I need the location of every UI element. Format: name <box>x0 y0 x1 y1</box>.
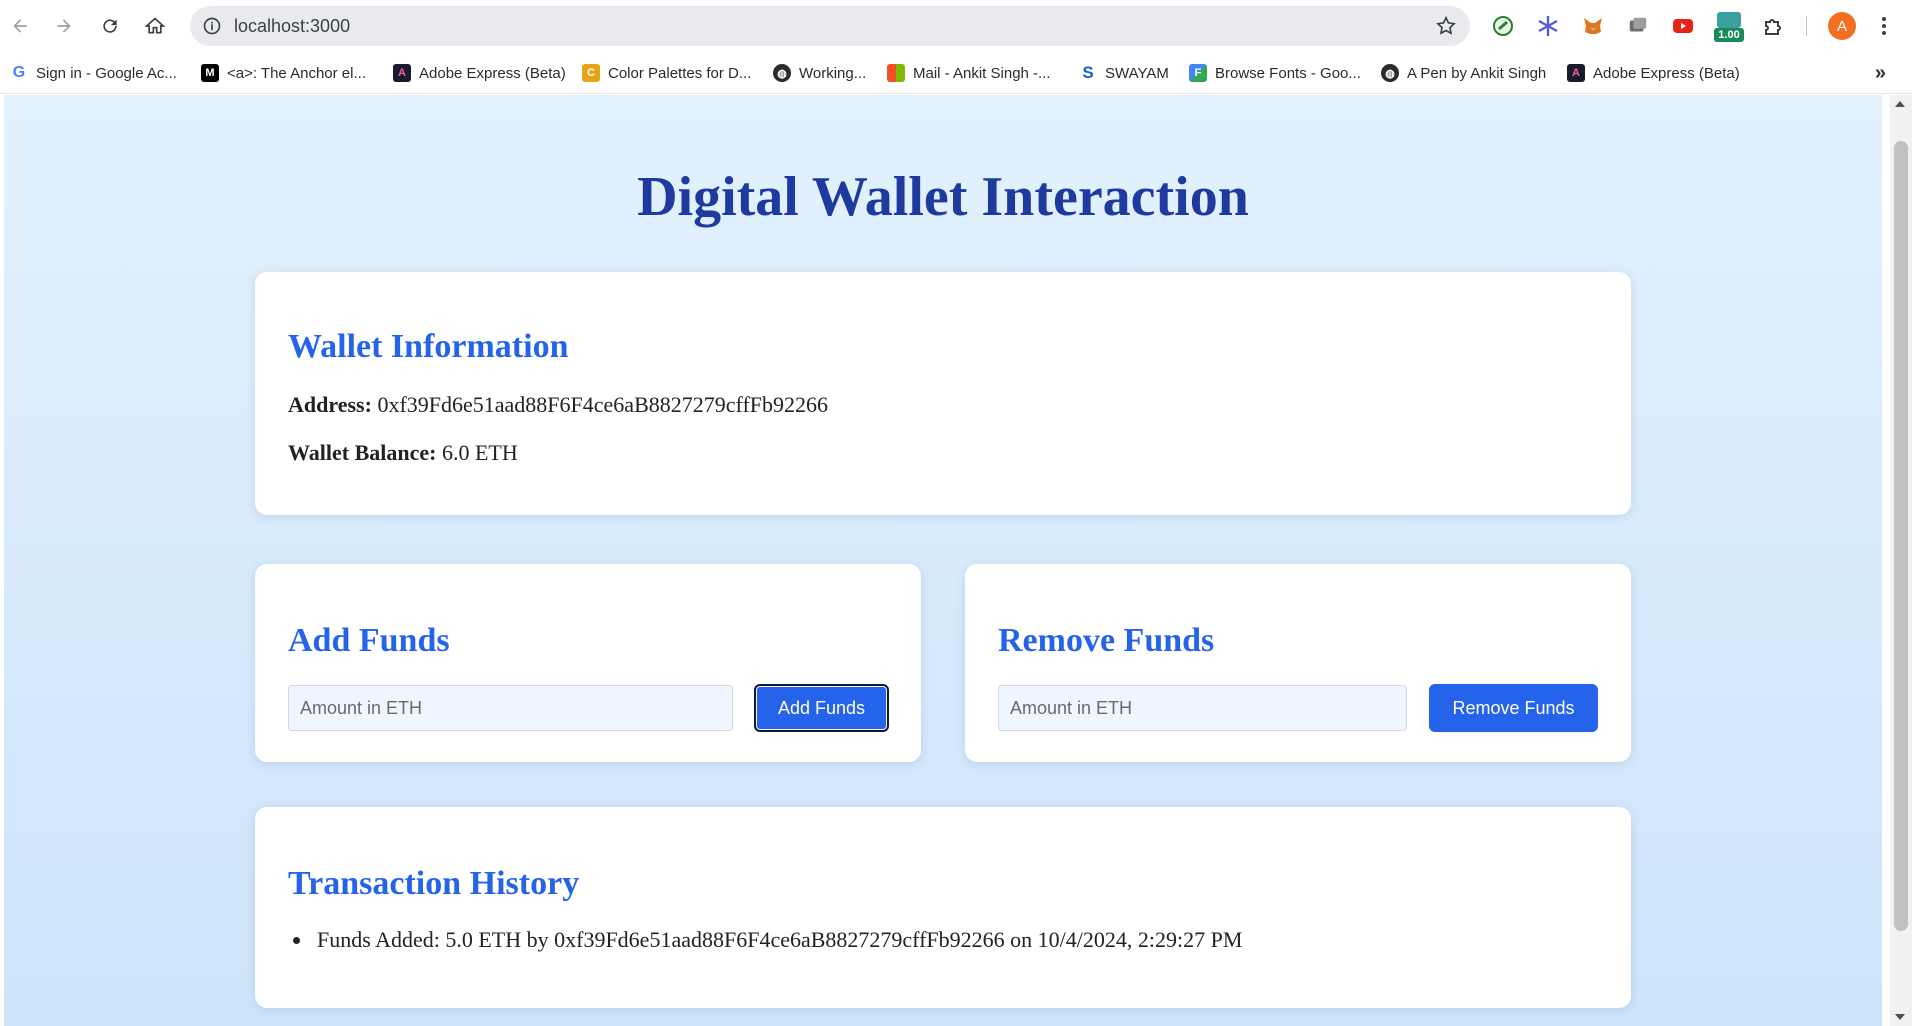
home-icon <box>145 17 165 34</box>
gray-square-extension-icon[interactable] <box>1625 13 1651 39</box>
bookmark-label: Color Palettes for D... <box>608 64 752 82</box>
bookmark-item[interactable]: ◍ Working... <box>773 62 866 84</box>
add-funds-button[interactable]: Add Funds <box>754 684 889 732</box>
bookmark-label: Mail - Ankit Singh -... <box>913 64 1051 82</box>
adobe-express-icon: A <box>393 64 411 82</box>
wallet-address: Address: 0xf39Fd6e51aad88F6F4ce6aB882727… <box>288 392 828 418</box>
bookmark-label: SWAYAM <box>1105 64 1169 82</box>
google-lens-extension-icon[interactable] <box>1490 13 1516 39</box>
chevron-double-right-icon[interactable]: » <box>1875 62 1886 85</box>
bookmark-label: Adobe Express (Beta) <box>419 64 566 82</box>
puzzle-extensions-icon[interactable] <box>1760 13 1786 39</box>
transaction-item: Funds Added: 5.0 ETH by 0xf39Fd6e51aad88… <box>313 927 1242 953</box>
remove-funds-card: Remove Funds Remove Funds <box>965 564 1631 762</box>
remove-funds-button[interactable]: Remove Funds <box>1429 684 1598 732</box>
page-viewport: Digital Wallet Interaction Wallet Inform… <box>4 95 1882 1026</box>
page-scrollbar[interactable] <box>1890 95 1912 1026</box>
add-funds-card: Add Funds Add Funds <box>255 564 921 762</box>
metamask-fox-icon[interactable] <box>1580 13 1606 39</box>
transaction-list: Funds Added: 5.0 ETH by 0xf39Fd6e51aad88… <box>313 927 1242 953</box>
bookmark-label: Working... <box>799 64 867 82</box>
url-text[interactable]: localhost:3000 <box>234 16 350 37</box>
arrow-left-icon <box>13 19 27 33</box>
profile-avatar[interactable]: A <box>1828 12 1856 40</box>
bookmark-item[interactable]: A Adobe Express (Beta) <box>393 62 566 84</box>
remove-funds-heading: Remove Funds <box>998 622 1215 659</box>
bookmark-label: <a>: The Anchor el... <box>227 64 366 82</box>
wallet-balance: Wallet Balance: 6.0 ETH <box>288 440 518 466</box>
site-info-icon[interactable] <box>200 14 224 38</box>
adobe-express-icon: A <box>1567 64 1585 82</box>
toolbar-divider <box>1806 16 1807 36</box>
bookmark-item[interactable]: G Sign in - Google Ac... <box>10 62 177 84</box>
scrollbar-thumb[interactable] <box>1894 141 1908 931</box>
google-g-icon: G <box>12 64 26 81</box>
scroll-down-arrow-icon[interactable] <box>1895 1014 1905 1020</box>
transaction-history-card: Transaction History Funds Added: 5.0 ETH… <box>255 807 1631 1008</box>
remove-funds-amount-input[interactable] <box>998 685 1407 731</box>
coolors-icon: C <box>582 64 600 82</box>
address-value: 0xf39Fd6e51aad88F6F4ce6aB8827279cffFb922… <box>377 392 829 417</box>
globe-icon: ◍ <box>773 64 791 82</box>
wallet-info-card: Wallet Information Address: 0xf39Fd6e51a… <box>255 272 1631 515</box>
wallet-info-heading: Wallet Information <box>288 328 569 365</box>
globe-icon: ◍ <box>1381 64 1399 82</box>
bookmark-star-icon[interactable] <box>1434 14 1458 38</box>
bookmark-item[interactable]: C Color Palettes for D... <box>582 62 751 84</box>
transaction-history-heading: Transaction History <box>288 865 580 902</box>
mdn-icon: M <box>201 64 219 82</box>
bookmark-label: Adobe Express (Beta) <box>1593 64 1740 82</box>
balance-label: Wallet Balance: <box>288 440 437 465</box>
balance-value: 6.0 ETH <box>441 440 518 465</box>
browser-menu-icon[interactable] <box>1874 12 1894 40</box>
bookmark-item[interactable]: S SWAYAM <box>1079 62 1169 84</box>
bookmarks-bar: G Sign in - Google Ac... M <a>: The Anch… <box>0 52 1912 94</box>
browser-toolbar: localhost:3000 1.00 A <box>0 0 1912 52</box>
bookmark-label: Sign in - Google Ac... <box>36 64 177 82</box>
google-fonts-icon: F <box>1189 64 1207 82</box>
scroll-up-arrow-icon[interactable] <box>1895 101 1905 107</box>
forward-button[interactable] <box>48 10 80 42</box>
bookmark-label: A Pen by Ankit Singh <box>1407 64 1547 82</box>
address-label: Address: <box>288 392 372 417</box>
bookmark-item[interactable]: ◍ A Pen by Ankit Singh <box>1381 62 1546 84</box>
bookmark-item[interactable]: M <a>: The Anchor el... <box>201 62 366 84</box>
add-funds-amount-input[interactable] <box>288 685 733 731</box>
page-title: Digital Wallet Interaction <box>637 166 1249 228</box>
video-speed-extension-icon[interactable]: 1.00 <box>1714 12 1744 44</box>
bookmark-item[interactable]: Mail - Ankit Singh -... <box>887 62 1051 84</box>
bookmark-label: Browse Fonts - Goo... <box>1215 64 1361 82</box>
swayam-icon: S <box>1082 63 1094 82</box>
reload-button[interactable] <box>94 10 126 42</box>
address-bar[interactable]: localhost:3000 <box>190 6 1470 46</box>
extension-badge: 1.00 <box>1714 28 1744 42</box>
reload-icon <box>103 19 117 33</box>
arrow-right-icon <box>57 19 71 33</box>
youtube-extension-icon[interactable] <box>1670 13 1696 39</box>
bookmark-item[interactable]: F Browse Fonts - Goo... <box>1189 62 1361 84</box>
home-button[interactable] <box>139 10 171 42</box>
microsoft-icon <box>887 64 905 82</box>
snowflake-extension-icon[interactable] <box>1535 13 1561 39</box>
add-funds-heading: Add Funds <box>288 622 450 659</box>
bookmark-item[interactable]: A Adobe Express (Beta) <box>1567 62 1740 84</box>
back-button[interactable] <box>4 10 36 42</box>
